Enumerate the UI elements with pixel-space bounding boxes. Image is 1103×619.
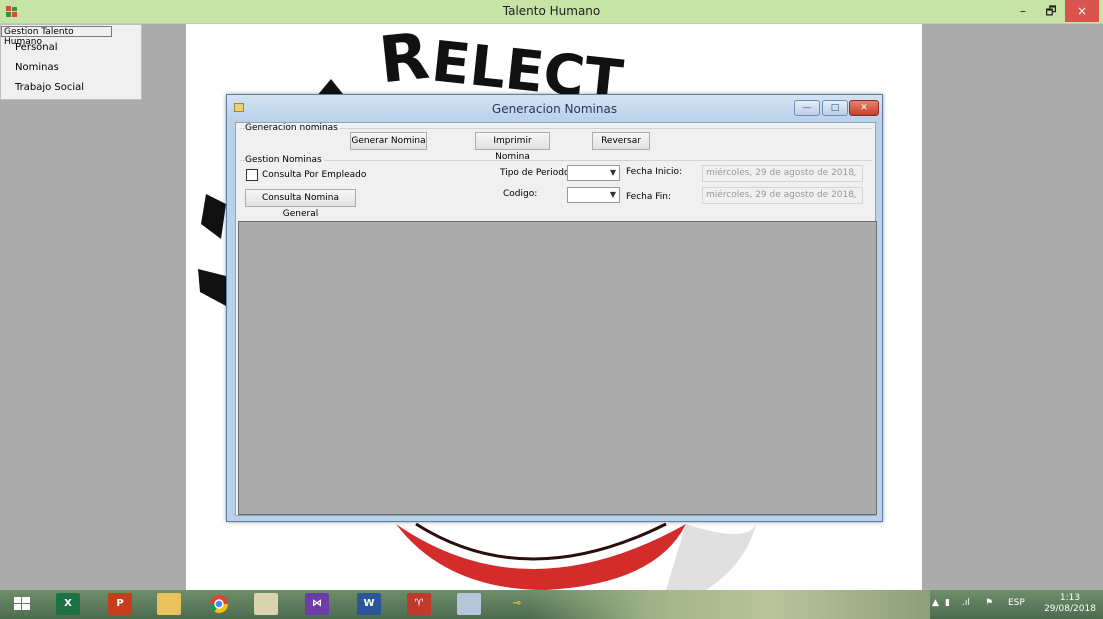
language-indicator[interactable]: ESP <box>1008 598 1025 608</box>
clock-date: 29/08/2018 <box>1044 604 1096 614</box>
clock-time: 1:13 <box>1059 593 1081 603</box>
consulta-nomina-general-button[interactable]: Consulta Nomina General <box>245 189 356 219</box>
child-minimize-button[interactable]: — <box>794 100 820 116</box>
powerpoint-icon[interactable]: P <box>108 593 132 615</box>
main-titlebar: Talento Humano – 🗗 × <box>0 0 1103 24</box>
chevron-down-icon: ▼ <box>609 190 616 199</box>
generar-nomina-button[interactable]: Generar Nomina <box>350 132 427 150</box>
network-icon[interactable]: ▮ <box>945 598 950 608</box>
app-title: Talento Humano <box>502 4 601 18</box>
snipping-tool-icon[interactable] <box>457 593 481 615</box>
windows-start-icon[interactable] <box>10 593 34 615</box>
chevron-down-icon: ⌄ <box>851 191 858 200</box>
fecha-inicio-value: miércoles, 29 de agosto de 2018 <box>706 168 854 178</box>
tipo-periodo-label: Tipo de Periodo: <box>500 168 573 178</box>
fecha-inicio-label: Fecha Inicio: <box>626 167 683 177</box>
reversar-button[interactable]: Reversar <box>592 132 650 150</box>
child-close-button[interactable]: ✕ <box>849 100 879 116</box>
excel-icon[interactable]: X <box>56 593 80 615</box>
close-button[interactable]: × <box>1065 0 1099 22</box>
file-explorer-icon[interactable] <box>157 593 181 615</box>
codigo-select[interactable]: ▼ <box>567 187 620 203</box>
setup-tool-icon[interactable] <box>254 593 278 615</box>
codigo-label: Codigo: <box>503 189 538 199</box>
child-window-title: Generacion Nominas <box>491 102 618 116</box>
acrobat-icon[interactable]: ♈ <box>407 593 431 615</box>
child-titlebar: Generacion Nominas — □ ✕ <box>227 95 882 122</box>
consulta-por-empleado-label: Consulta Por Empleado <box>262 170 367 180</box>
minimize-button[interactable]: – <box>1008 1 1038 21</box>
chevron-down-icon: ⌄ <box>851 169 858 178</box>
consulta-por-empleado-checkbox[interactable] <box>246 169 258 181</box>
child-body: Generacion nominas Generar Nomina Imprim… <box>235 122 877 516</box>
fecha-fin-datepicker[interactable]: miércoles, 29 de agosto de 2018 ⌄ <box>702 187 863 204</box>
nomina-data-grid[interactable] <box>238 221 877 515</box>
imprimir-nomina-button[interactable]: Imprimir Nomina <box>475 132 550 162</box>
fecha-fin-value: miércoles, 29 de agosto de 2018 <box>706 190 854 200</box>
tipo-periodo-select[interactable]: ▼ <box>567 165 620 181</box>
menu-item-personal[interactable]: Personal <box>15 42 58 53</box>
visual-studio-icon[interactable]: ⋈ <box>305 593 329 615</box>
signal-icon[interactable]: .ıl <box>962 598 970 608</box>
fecha-fin-label: Fecha Fin: <box>626 192 672 202</box>
tray-expand-icon[interactable]: ▲ <box>932 598 939 608</box>
group-gestion-title: Gestion Nominas <box>245 155 324 165</box>
menu-item-trabajo-social[interactable]: Trabajo Social <box>15 82 84 93</box>
svg-text:R: R <box>376 24 433 98</box>
restore-button[interactable]: 🗗 <box>1037 1 1065 21</box>
chrome-icon[interactable] <box>207 593 231 615</box>
chevron-down-icon: ▼ <box>609 168 616 177</box>
main-menu: Gestion Talento Humano Personal Nominas … <box>0 24 142 100</box>
fecha-inicio-datepicker[interactable]: miércoles, 29 de agosto de 2018 ⌄ <box>702 165 863 182</box>
child-maximize-button[interactable]: □ <box>822 100 848 116</box>
taskbar-wallpaper <box>530 590 930 619</box>
word-icon[interactable]: W <box>357 593 381 615</box>
menu-item-nominas[interactable]: Nominas <box>15 62 59 73</box>
key-app-icon[interactable]: ⊸ <box>505 593 529 615</box>
menu-header-gestion[interactable]: Gestion Talento Humano <box>1 26 112 47</box>
generacion-nominas-window: Generacion Nominas — □ ✕ Generacion nomi… <box>226 94 883 522</box>
windows-taskbar: X P ⋈ W ♈ ⊸ ▲ ▮ .ıl ⚑ ESP 1:13 29/08/201… <box>0 590 1103 619</box>
flag-icon[interactable]: ⚑ <box>985 598 993 608</box>
group-generacion-title: Generacion nominas <box>245 123 340 133</box>
taskbar-clock[interactable]: 1:13 29/08/2018 <box>1040 593 1100 615</box>
